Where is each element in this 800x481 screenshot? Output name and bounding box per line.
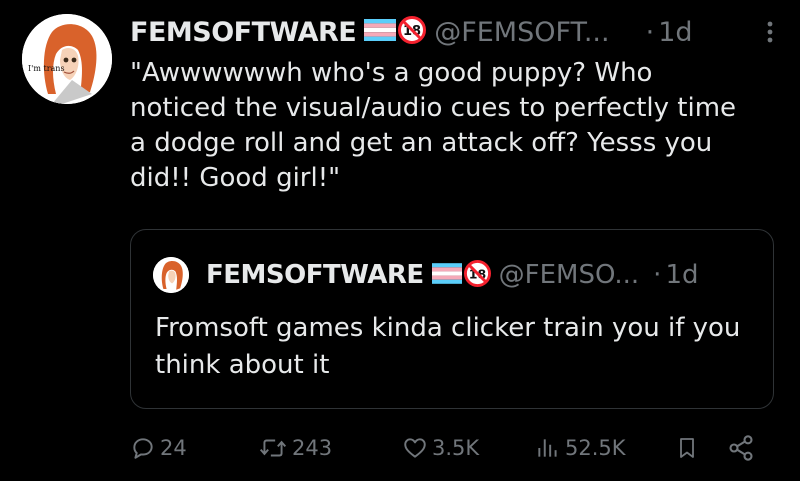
reply-button[interactable]: 24: [130, 428, 187, 468]
quoted-display-name: FEMSOFTWARE: [206, 260, 424, 290]
heart-icon: [402, 435, 428, 461]
quoted-text: Fromsoft games kinda clicker train you i…: [155, 313, 741, 380]
action-bar: 24 243 3.5K 52.5K: [130, 428, 770, 468]
views-count: 52.5K: [565, 436, 626, 460]
quoted-tweet[interactable]: FEMSOFTWARE 18 @FEMSO... · 1d Fromsoft g…: [130, 229, 774, 409]
reply-count: 24: [160, 436, 187, 460]
like-count: 3.5K: [432, 436, 480, 460]
reply-icon: [130, 435, 156, 461]
quoted-timestamp: 1d: [665, 260, 699, 290]
bookmark-button[interactable]: [675, 428, 699, 468]
timestamp[interactable]: 1d: [658, 17, 692, 48]
share-icon: [727, 434, 755, 462]
bookmark-icon: [675, 435, 699, 461]
age-restricted-icon: 18: [398, 16, 427, 48]
retweet-count: 243: [292, 436, 333, 460]
tweet-header: FEMSOFTWARE 18 @FEMSOFT... · 1d: [130, 12, 780, 52]
analytics-icon: [535, 435, 561, 461]
display-name[interactable]: FEMSOFTWARE: [130, 17, 357, 48]
quoted-handle: @FEMSO...: [498, 260, 640, 290]
tweet-text: "Awwwwwwh who's a good puppy? Who notice…: [130, 58, 737, 193]
avatar[interactable]: I'm trans: [22, 14, 112, 104]
retweet-button[interactable]: 243: [258, 428, 332, 468]
views-button[interactable]: 52.5K: [535, 428, 626, 468]
avatar-image: [22, 14, 112, 104]
separator: ·: [645, 16, 655, 48]
share-button[interactable]: [727, 428, 755, 468]
quoted-header: FEMSOFTWARE 18 @FEMSO... · 1d: [206, 256, 698, 294]
retweet-icon: [258, 435, 288, 461]
handle[interactable]: @FEMSOFT...: [434, 17, 609, 48]
trans-flag-icon: [431, 262, 462, 288]
trans-flag-icon: [364, 19, 397, 45]
like-button[interactable]: 3.5K: [402, 428, 479, 468]
age-restricted-icon: 18: [463, 259, 491, 291]
more-vertical-icon[interactable]: [760, 18, 780, 50]
quoted-avatar: [153, 257, 189, 293]
avatar-caption: I'm trans: [28, 64, 65, 73]
separator: ·: [653, 260, 662, 290]
